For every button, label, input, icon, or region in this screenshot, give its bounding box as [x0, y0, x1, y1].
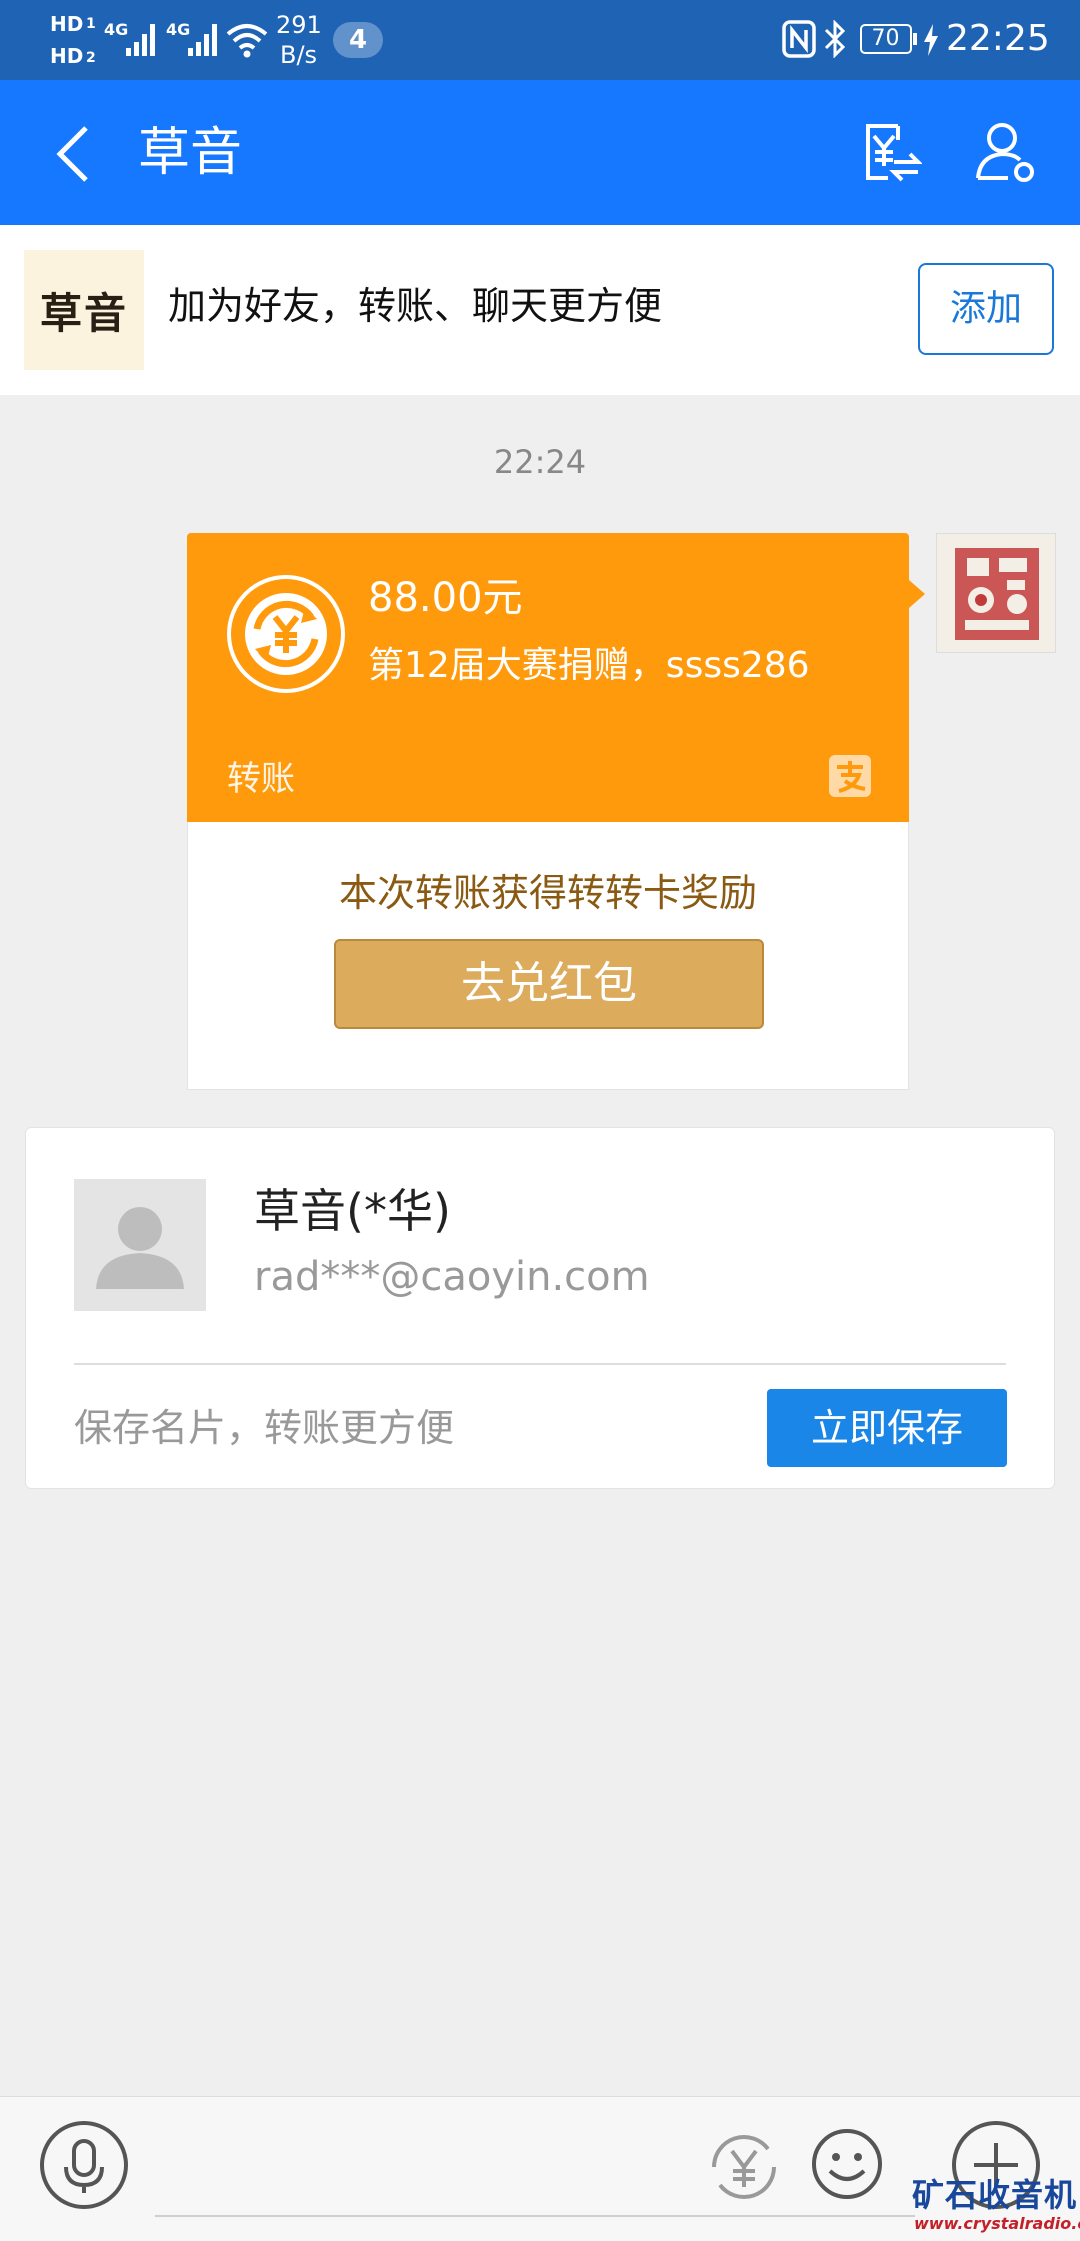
notification-badge: 4	[333, 22, 383, 58]
reward-text: 本次转账获得转转卡奖励	[338, 871, 757, 915]
watermark: 矿石收音机 www.crystalradio.cn	[912, 2170, 1080, 2240]
message-timestamp: 22:24	[493, 443, 587, 481]
contact-settings-button[interactable]	[974, 120, 1038, 184]
emoji-icon[interactable]	[810, 2127, 884, 2201]
message-input[interactable]	[155, 2215, 915, 2217]
divider	[74, 1363, 1006, 1365]
bluetooth-icon	[824, 20, 846, 58]
contact-email: rad***@caoyin.com	[254, 1254, 650, 1300]
contact-card[interactable]: 草音(*华) rad***@caoyin.com 保存名片，转账更方便 立即保存	[25, 1127, 1055, 1489]
signal-strength-1-icon	[126, 24, 155, 56]
transfer-memo: 第12届大赛捐赠，ssss286	[368, 645, 810, 686]
alipay-icon	[829, 755, 871, 797]
transfer-reward-panel: 本次转账获得转转卡奖励 去兑红包	[187, 822, 909, 1090]
nfc-icon	[782, 20, 816, 58]
page-title: 草音	[138, 123, 243, 183]
clock: 22:25	[946, 18, 1050, 59]
battery-icon: 70	[860, 24, 912, 54]
charging-icon	[924, 24, 938, 56]
transfer-type-label: 转账	[227, 759, 295, 799]
back-button[interactable]	[50, 122, 94, 186]
transfer-amount: 88.00元	[368, 575, 523, 621]
watermark-text: 矿石收音机	[912, 2176, 1078, 2214]
yuan-icon[interactable]	[704, 2127, 784, 2207]
logo-text: 草音	[39, 289, 128, 338]
title-bar: 草音	[0, 80, 1080, 225]
transfer-card[interactable]: 88.00元 第12届大赛捐赠，ssss286 转账	[187, 533, 909, 822]
sender-avatar-image	[955, 548, 1039, 640]
transfer-yuan-icon	[227, 575, 345, 693]
sender-avatar[interactable]	[936, 533, 1056, 653]
signal-strength-2-icon	[188, 24, 217, 56]
network-speed-unit: B/s	[280, 41, 318, 69]
add-friend-button[interactable]: 添加	[918, 263, 1054, 355]
save-card-hint: 保存名片，转账更方便	[74, 1406, 455, 1450]
yuan-transfer-button[interactable]	[860, 120, 922, 184]
contact-name: 草音(*华)	[254, 1184, 451, 1238]
network-speed: 291	[276, 11, 322, 39]
watermark-url: www.crystalradio.cn	[914, 2214, 1080, 2233]
battery-level: 70	[871, 26, 900, 51]
status-bar: HD HD 1 2 4G 4G 291 B/s 4 70 22:25	[0, 0, 1080, 80]
contact-logo: 草音	[24, 250, 144, 370]
add-friend-bar: 草音 加为好友，转账、聊天更方便 添加	[0, 225, 1080, 395]
wifi-icon	[226, 24, 268, 58]
default-avatar-icon	[96, 1207, 184, 1289]
microphone-icon[interactable]	[38, 2119, 130, 2211]
save-now-button[interactable]: 立即保存	[767, 1389, 1007, 1467]
hd1-indicator: HD	[50, 12, 84, 36]
contact-avatar	[74, 1179, 206, 1311]
add-friend-prompt: 加为好友，转账、聊天更方便	[168, 284, 663, 328]
hd2-indicator: HD	[50, 44, 84, 68]
redeem-red-packet-button[interactable]: 去兑红包	[334, 939, 764, 1029]
